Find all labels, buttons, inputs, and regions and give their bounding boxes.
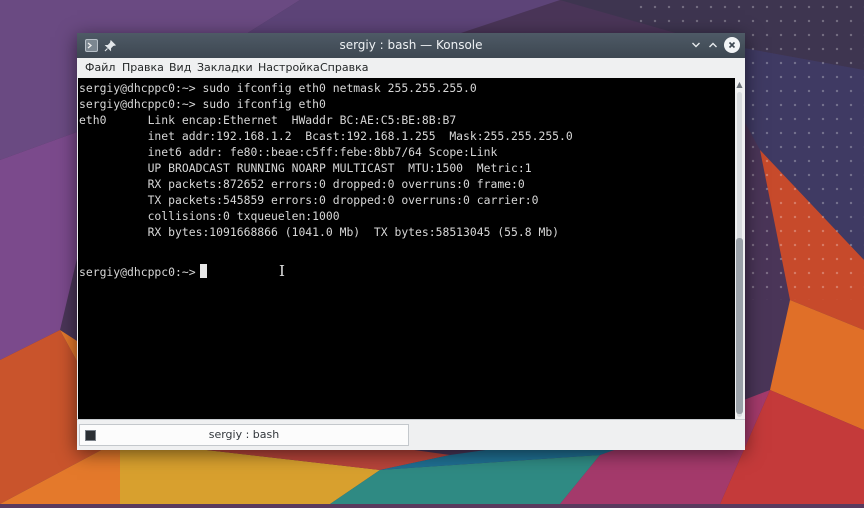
terminal-line: UP BROADCAST RUNNING NOARP MULTICAST MTU… <box>79 161 532 175</box>
close-icon <box>728 41 736 49</box>
konsole-window[interactable]: sergiy : bash — Konsole Файл Правка Вид … <box>77 33 745 450</box>
terminal-line: RX bytes:1091668866 (1041.0 Mb) TX bytes… <box>79 225 560 239</box>
chevron-up-icon <box>709 42 717 48</box>
menu-edit[interactable]: Правка <box>122 61 164 74</box>
terminal-line: inet addr:192.168.1.2 Bcast:192.168.1.25… <box>79 129 573 143</box>
scrollbar-handle[interactable] <box>736 238 743 414</box>
terminal-line: inet6 addr: fe80::beae:c5ff:febe:8bb7/64… <box>79 145 498 159</box>
close-button[interactable] <box>724 37 740 53</box>
pin-icon[interactable] <box>102 38 117 53</box>
tab-session[interactable]: sergiy : bash <box>79 424 409 446</box>
menu-view[interactable]: Вид <box>169 61 191 74</box>
title-bar[interactable]: sergiy : bash — Konsole <box>77 33 745 58</box>
terminal-line: sergiy@dhcppc0:~> sudo ifconfig eth0 <box>79 97 326 111</box>
chevron-down-icon <box>692 42 700 48</box>
terminal-line: RX packets:872652 errors:0 dropped:0 ove… <box>79 177 525 191</box>
menu-help[interactable]: Справка <box>320 61 368 74</box>
menu-bookmarks[interactable]: Закладки <box>197 61 253 74</box>
menu-bar: Файл Правка Вид Закладки Настройка Справ… <box>77 58 745 78</box>
tab-label: sergiy : bash <box>208 428 280 441</box>
vertical-scrollbar[interactable]: ▲ <box>735 78 744 419</box>
terminal-line: sergiy@dhcppc0:~> sudo ifconfig eth0 net… <box>79 81 477 95</box>
terminal-cursor <box>200 264 207 278</box>
terminal-line: collisions:0 txqueuelen:1000 <box>79 209 340 223</box>
terminal-icon[interactable] <box>84 38 99 53</box>
tab-bar: sergiy : bash <box>77 419 745 450</box>
terminal-prompt: sergiy@dhcppc0:~> <box>79 265 203 279</box>
window-title: sergiy : bash — Konsole <box>339 38 483 52</box>
text-cursor-icon: I <box>279 262 285 280</box>
minimize-button[interactable] <box>688 37 704 53</box>
scroll-up-arrow-icon[interactable]: ▲ <box>735 80 744 90</box>
terminal-line: eth0 Link encap:Ethernet HWaddr BC:AE:C5… <box>79 113 457 127</box>
menu-file[interactable]: Файл <box>85 61 115 74</box>
terminal-line: TX packets:545859 errors:0 dropped:0 ove… <box>79 193 539 207</box>
menu-settings[interactable]: Настройка <box>258 61 320 74</box>
maximize-button[interactable] <box>705 37 721 53</box>
terminal-output[interactable]: sergiy@dhcppc0:~> sudo ifconfig eth0 net… <box>78 78 735 419</box>
